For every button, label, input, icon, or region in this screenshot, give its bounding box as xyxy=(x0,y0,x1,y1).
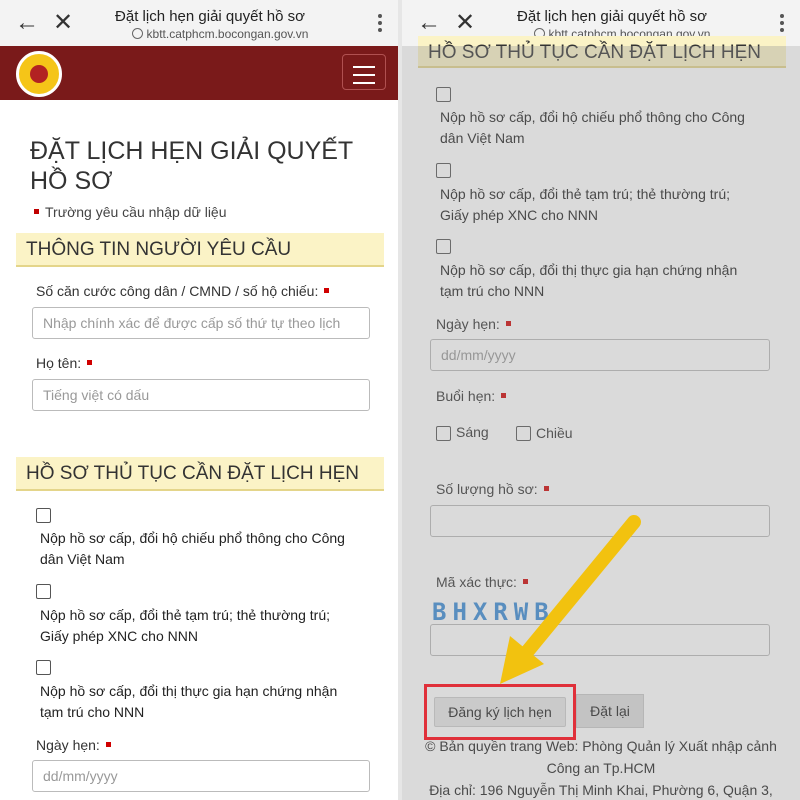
browser-url[interactable]: kbtt.catphcm.bocongan.gov.vn xyxy=(110,27,330,41)
procedure-label-line: Nộp hồ sơ cấp, đổi thẻ tạm trú; thẻ thườ… xyxy=(40,607,330,623)
footer-org: Công an Tp.HCM xyxy=(546,760,656,776)
site-header xyxy=(0,46,398,100)
procedure-label-passport: Nộp hồ sơ cấp, đổi hộ chiếu phổ thông ch… xyxy=(440,107,780,149)
procedure-label-passport: Nộp hồ sơ cấp, đổi hộ chiếu phổ thông ch… xyxy=(40,528,380,570)
procedure-label-line: Giấy phép XNC cho NNN xyxy=(40,628,198,644)
date-label-text: Ngày hẹn: xyxy=(36,737,100,753)
required-marker-icon xyxy=(34,209,39,214)
name-label: Họ tên: xyxy=(36,355,93,371)
procedure-label-visa: Nộp hồ sơ cấp, đổi thị thực gia hạn chứn… xyxy=(40,681,380,723)
date-label: Ngày hẹn: xyxy=(436,316,511,332)
left-screenshot: ← ✕ Đặt lịch hẹn giải quyết hồ sơ kbtt.c… xyxy=(0,0,398,800)
browser-toolbar: ← ✕ Đặt lịch hẹn giải quyết hồ sơ kbtt.c… xyxy=(0,0,398,46)
procedure-label-line: Nộp hồ sơ cấp, đổi thị thực gia hạn chứn… xyxy=(40,683,338,699)
name-label-text: Họ tên: xyxy=(36,355,82,371)
captcha-input[interactable] xyxy=(430,624,770,656)
right-screenshot: ← ✕ Đặt lịch hẹn giải quyết hồ sơ kbtt.c… xyxy=(402,0,800,800)
date-label: Ngày hẹn: xyxy=(36,737,111,753)
highlight-box xyxy=(424,684,576,740)
logo-emblem[interactable] xyxy=(16,51,62,97)
procedure-label-line: Nộp hồ sơ cấp, đổi thị thực gia hạn chứn… xyxy=(440,262,738,278)
procedure-label-line: Nộp hồ sơ cấp, đổi hộ chiếu phổ thông ch… xyxy=(40,530,345,546)
procedure-label-line: tạm trú cho NNN xyxy=(40,704,145,720)
required-marker-icon xyxy=(501,393,507,398)
reset-button[interactable]: Đặt lại xyxy=(576,694,644,728)
section-procedures: HỒ SƠ THỦ TỤC CẦN ĐẶT LỊCH HẸN xyxy=(418,36,786,68)
close-icon[interactable]: ✕ xyxy=(452,11,478,37)
captcha-image: BHXRWB xyxy=(432,598,555,626)
required-note-text: Trường yêu cầu nhập dữ liệu xyxy=(45,204,227,220)
page-title: ĐẶT LỊCH HẸN GIẢI QUYẾT HỒ SƠ xyxy=(30,137,353,195)
required-marker-icon xyxy=(505,321,511,326)
session-afternoon-checkbox[interactable] xyxy=(516,426,531,441)
procedure-label-line: Nộp hồ sơ cấp, đổi thẻ tạm trú; thẻ thườ… xyxy=(440,186,730,202)
full-name-input[interactable] xyxy=(32,379,370,411)
required-marker-icon xyxy=(87,360,93,365)
footer-copyright: © Bản quyền trang Web: Phòng Quản lý Xuấ… xyxy=(425,738,777,754)
procedure-label-line: dân Việt Nam xyxy=(40,551,125,567)
date-label-text: Ngày hẹn: xyxy=(436,316,500,332)
id-label-text: Số căn cước công dân / CMND / số hộ chiế… xyxy=(36,283,319,299)
procedure-label-line: Nộp hồ sơ cấp, đổi hộ chiếu phổ thông ch… xyxy=(440,109,745,125)
procedure-label-line: dân Việt Nam xyxy=(440,130,525,146)
session-label: Buổi hẹn: xyxy=(436,388,507,404)
kebab-menu-icon[interactable] xyxy=(376,14,384,36)
procedure-checkbox-visa[interactable] xyxy=(36,660,51,675)
document-count-input[interactable] xyxy=(430,505,770,537)
captcha-label-text: Mã xác thực: xyxy=(436,574,517,590)
browser-page-title: Đặt lịch hẹn giải quyết hồ sơ xyxy=(517,8,707,25)
back-arrow-icon[interactable]: ← xyxy=(14,11,40,37)
session-afternoon-label: Chiều xyxy=(536,425,573,441)
session-label-text: Buổi hẹn: xyxy=(436,388,496,404)
required-note: Trường yêu cầu nhập dữ liệu xyxy=(34,204,227,220)
procedure-label-visa: Nộp hồ sơ cấp, đổi thị thực gia hạn chứn… xyxy=(440,260,780,302)
procedure-label-line: tạm trú cho NNN xyxy=(440,283,545,299)
url-text: kbtt.catphcm.bocongan.gov.vn xyxy=(146,27,309,41)
footer-address: Địa chỉ: 196 Nguyễn Thị Minh Khai, Phườn… xyxy=(429,782,773,798)
procedure-label-line: Giấy phép XNC cho NNN xyxy=(440,207,598,223)
session-morning-checkbox[interactable] xyxy=(436,426,451,441)
procedure-checkbox-residence-card[interactable] xyxy=(36,584,51,599)
procedure-checkbox-passport[interactable] xyxy=(36,508,51,523)
close-icon[interactable]: ✕ xyxy=(50,11,76,37)
session-morning-label: Sáng xyxy=(456,424,489,440)
required-marker-icon xyxy=(105,742,111,747)
procedure-label-residence-card: Nộp hồ sơ cấp, đổi thẻ tạm trú; thẻ thườ… xyxy=(40,605,380,647)
required-marker-icon xyxy=(522,579,528,584)
section-procedures: HỒ SƠ THỦ TỤC CẦN ĐẶT LỊCH HẸN xyxy=(16,457,384,491)
required-marker-icon xyxy=(543,486,549,491)
procedure-checkbox-residence-card[interactable] xyxy=(436,163,451,178)
back-arrow-icon[interactable]: ← xyxy=(416,11,442,37)
captcha-label: Mã xác thực: xyxy=(436,574,528,590)
count-label: Số lượng hồ sơ: xyxy=(436,481,549,497)
hamburger-menu-icon[interactable] xyxy=(342,54,386,90)
required-marker-icon xyxy=(324,288,330,293)
id-number-input[interactable] xyxy=(32,307,370,339)
appointment-date-input[interactable] xyxy=(32,760,370,792)
procedure-checkbox-visa[interactable] xyxy=(436,239,451,254)
browser-page-title: Đặt lịch hẹn giải quyết hồ sơ xyxy=(115,8,305,25)
globe-icon xyxy=(131,28,143,39)
count-label-text: Số lượng hồ sơ: xyxy=(436,481,538,497)
procedure-checkbox-passport[interactable] xyxy=(436,87,451,102)
procedure-label-residence-card: Nộp hồ sơ cấp, đổi thẻ tạm trú; thẻ thườ… xyxy=(440,184,780,226)
kebab-menu-icon[interactable] xyxy=(778,14,786,36)
id-label: Số căn cước công dân / CMND / số hộ chiế… xyxy=(36,283,330,299)
appointment-date-input[interactable] xyxy=(430,339,770,371)
section-requester-info: THÔNG TIN NGƯỜI YÊU CẦU xyxy=(16,233,384,267)
